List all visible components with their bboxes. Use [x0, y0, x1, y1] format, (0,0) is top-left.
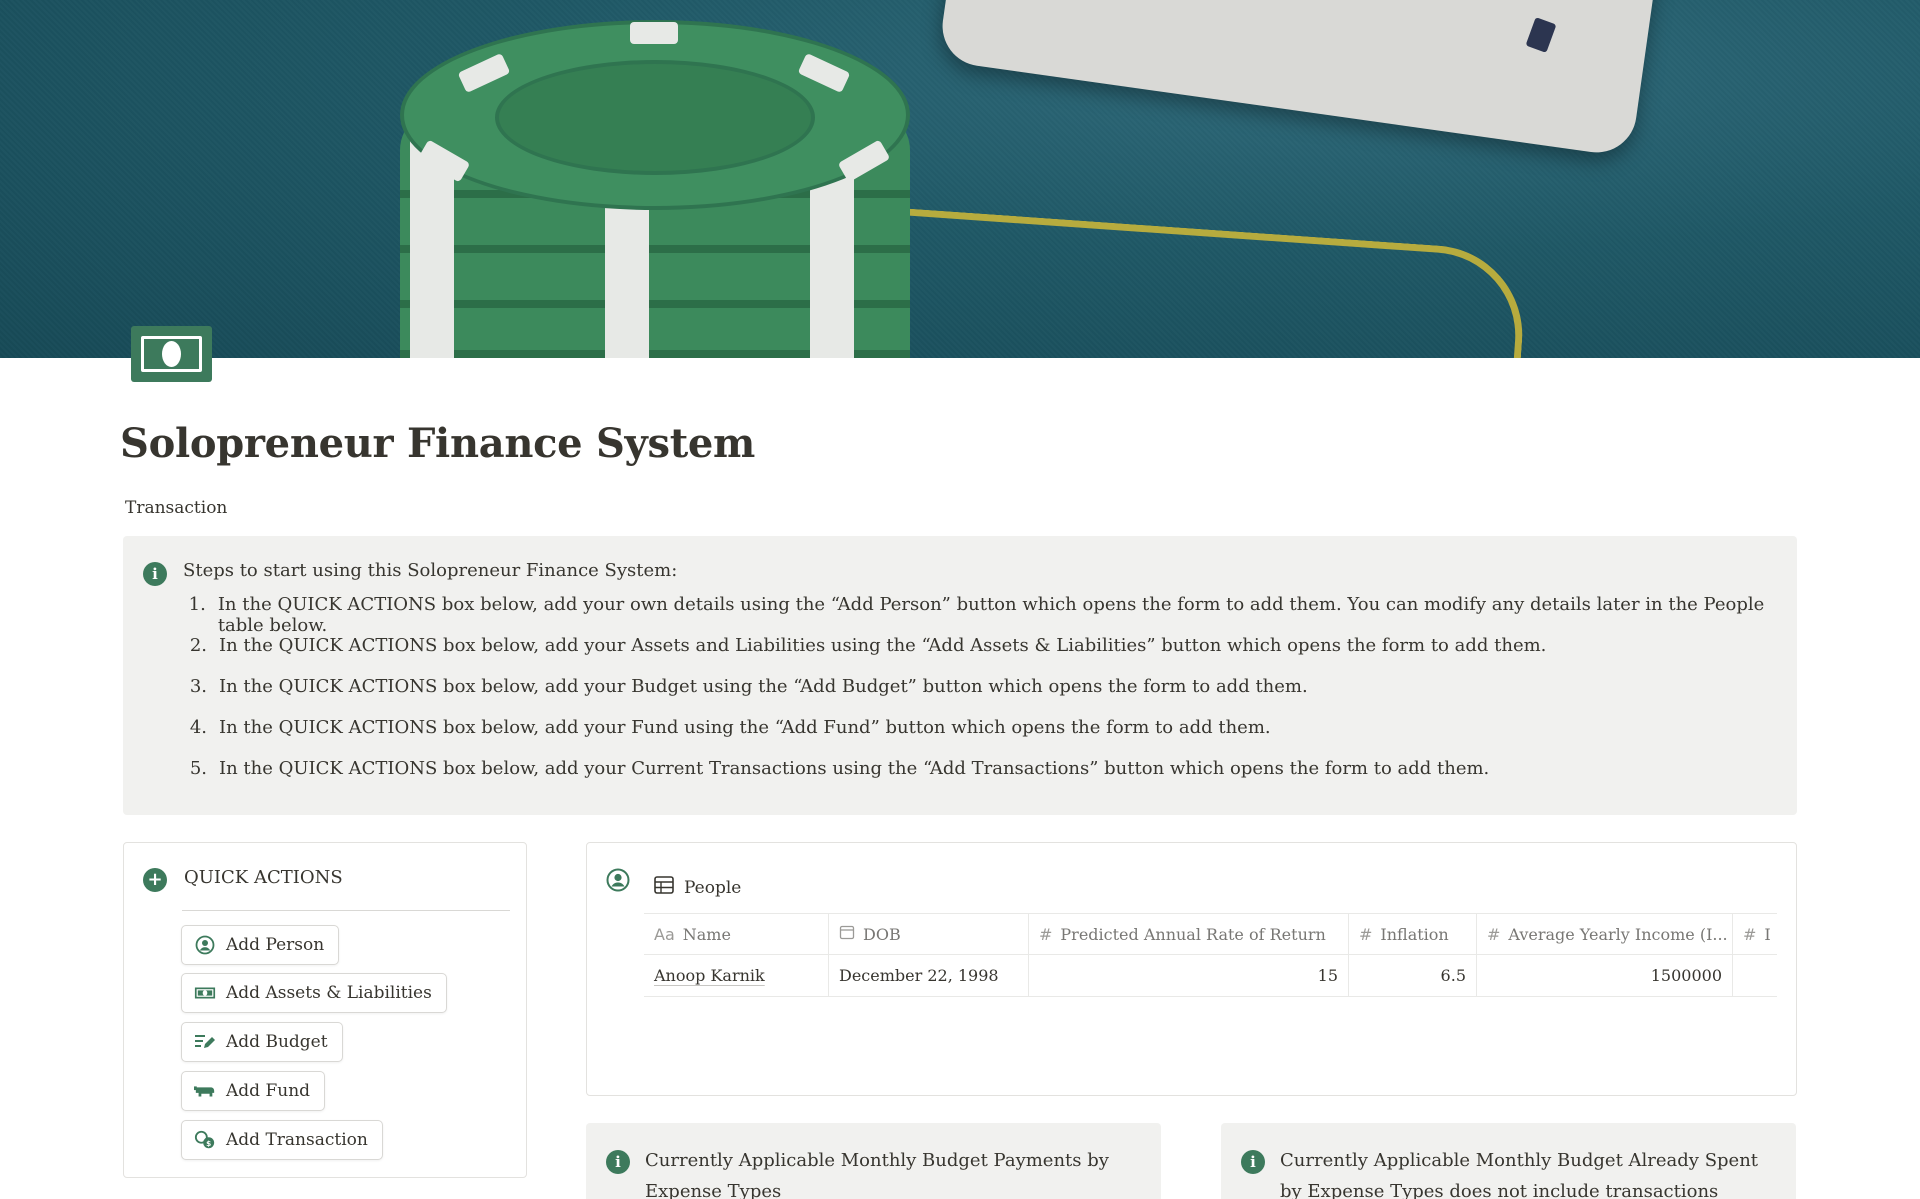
column-header-yearly-income[interactable]: # Average Yearly Income (I...: [1477, 914, 1733, 954]
table-icon: [654, 876, 674, 899]
button-label: Add Assets & Liabilities: [226, 983, 432, 1003]
exchange-icon: $: [194, 1130, 216, 1150]
quick-actions-panel: + QUICK ACTIONS Add Person Add Assets & …: [123, 842, 527, 1178]
button-label: Add Transaction: [226, 1130, 368, 1150]
add-transaction-button[interactable]: $ Add Transaction: [181, 1120, 383, 1160]
cover-chip-stack: [400, 20, 910, 358]
step-text: In the QUICK ACTIONS box below, add your…: [219, 717, 1271, 738]
number-type-icon: #: [1359, 924, 1373, 944]
income-cell[interactable]: 1500000: [1477, 955, 1733, 996]
column-label: DOB: [863, 924, 901, 944]
step-number: 3.: [189, 676, 207, 697]
budget-payments-callout: i Currently Applicable Monthly Budget Pa…: [586, 1123, 1161, 1199]
page-subtitle: Transaction: [125, 498, 228, 518]
person-icon: [194, 935, 216, 955]
column-label: Predicted Annual Rate of Return: [1060, 924, 1326, 944]
divider: [182, 910, 510, 911]
table-row[interactable]: Anoop Karnik December 22, 1998 15 6.5 15…: [644, 955, 1777, 997]
info-icon: i: [606, 1150, 630, 1174]
edit-list-icon: [194, 1032, 216, 1052]
quick-actions-title: QUICK ACTIONS: [184, 867, 343, 888]
step-number: 2.: [189, 635, 207, 656]
column-header-rate-of-return[interactable]: # Predicted Annual Rate of Return: [1029, 914, 1349, 954]
budget-spent-callout: i Currently Applicable Monthly Budget Al…: [1221, 1123, 1796, 1199]
step-text: In the QUICK ACTIONS box below, add your…: [219, 758, 1490, 779]
step-text: In the QUICK ACTIONS box below, add your…: [219, 635, 1547, 656]
chip-inner: [495, 60, 815, 175]
table-header: Aa Name DOB # Predicted Annual Rate of Ret…: [644, 913, 1777, 955]
step-item: 2. In the QUICK ACTIONS box below, add yo…: [183, 635, 1797, 676]
add-assets-liabilities-button[interactable]: Add Assets & Liabilities: [181, 973, 447, 1013]
rate-cell[interactable]: 15: [1029, 955, 1349, 996]
button-label: Add Budget: [226, 1032, 328, 1052]
column-label: Inflation: [1380, 924, 1449, 944]
plus-circle-icon: +: [143, 868, 167, 892]
text-type-icon: Aa: [654, 924, 675, 944]
person-circle-icon: [606, 868, 630, 896]
column-header-inflation[interactable]: # Inflation: [1349, 914, 1477, 954]
number-type-icon: #: [1039, 924, 1053, 944]
pig-icon: [194, 1081, 216, 1101]
callout-text: Currently Applicable Monthly Budget Paym…: [645, 1150, 1109, 1199]
inflation-cell[interactable]: 6.5: [1349, 955, 1477, 996]
column-label: Name: [682, 924, 731, 944]
add-person-button[interactable]: Add Person: [181, 925, 340, 965]
step-item: 3. In the QUICK ACTIONS box below, add yo…: [183, 676, 1797, 717]
money-icon: [194, 983, 216, 1003]
bill-center: [162, 341, 181, 367]
cover-image: [0, 0, 1920, 358]
column-header-dob[interactable]: DOB: [829, 914, 1029, 954]
column-label: Average Yearly Income (I...: [1508, 924, 1728, 944]
callout-lead: Steps to start using this Solopreneur Fi…: [183, 560, 678, 581]
column-header-name[interactable]: Aa Name: [644, 914, 829, 954]
step-item: 5. In the QUICK ACTIONS box below, add yo…: [183, 758, 1797, 799]
number-type-icon: #: [1487, 924, 1501, 944]
step-number: 5.: [189, 758, 207, 779]
step-number: 1.: [188, 594, 206, 615]
column-header-truncated[interactable]: # I: [1733, 914, 1777, 954]
info-icon: i: [143, 562, 167, 586]
add-fund-button[interactable]: Add Fund: [181, 1071, 326, 1111]
steps-callout: i Steps to start using this Solopreneur …: [123, 536, 1797, 815]
step-text: In the QUICK ACTIONS box below, add your…: [219, 676, 1308, 697]
step-item: 4. In the QUICK ACTIONS box below, add yo…: [183, 717, 1797, 758]
extra-cell[interactable]: [1733, 955, 1777, 996]
page-title[interactable]: Solopreneur Finance System: [120, 420, 755, 467]
chip-notch: [630, 22, 678, 44]
step-text: In the QUICK ACTIONS box below, add your…: [217, 594, 1765, 636]
dob-cell[interactable]: December 22, 1998: [829, 955, 1029, 996]
people-view-tab[interactable]: People: [654, 876, 741, 899]
info-icon: i: [1241, 1150, 1265, 1174]
button-label: Add Person: [226, 935, 325, 955]
number-type-icon: #: [1743, 924, 1757, 944]
steps-list: 1. In the QUICK ACTIONS box below, add yo…: [183, 594, 1797, 799]
step-item: 1. In the QUICK ACTIONS box below, add yo…: [183, 594, 1797, 636]
people-table: Aa Name DOB # Predicted Annual Rate of Ret…: [644, 913, 1777, 997]
column-label: I: [1764, 924, 1771, 944]
dollar-bill-icon[interactable]: [131, 326, 212, 382]
person-name-link[interactable]: Anoop Karnik: [654, 966, 765, 985]
calendar-icon: [839, 924, 855, 944]
svg-text:$: $: [206, 1139, 211, 1148]
button-label: Add Fund: [226, 1081, 311, 1101]
callout-text: Currently Applicable Monthly Budget Alre…: [1280, 1150, 1759, 1199]
people-database: People Aa Name DOB # Predicted Annual Rate…: [586, 842, 1797, 1096]
step-number: 4.: [189, 717, 207, 738]
name-cell[interactable]: Anoop Karnik: [644, 955, 829, 996]
people-title: People: [684, 877, 742, 898]
add-budget-button[interactable]: Add Budget: [181, 1022, 343, 1062]
